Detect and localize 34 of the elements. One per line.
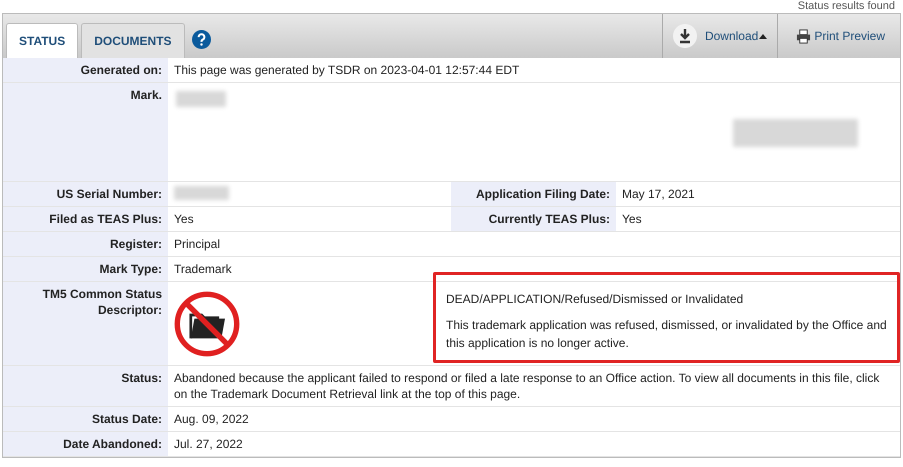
field-label: Mark. xyxy=(130,88,162,102)
field-label: Date Abandoned: xyxy=(63,437,162,451)
caret-up-icon xyxy=(759,34,768,38)
help-icon[interactable] xyxy=(192,30,211,49)
field-label: US Serial Number: xyxy=(56,187,162,201)
field-value: Aug. 09, 2022 xyxy=(174,412,249,426)
field-value: Trademark xyxy=(174,262,232,276)
descriptor-description: This trademark application was refused, dismissed, or invalidated by the Office and this application is no longer active. xyxy=(446,317,887,352)
download-icon[interactable] xyxy=(672,24,697,48)
field-value: Yes xyxy=(174,212,194,226)
print-preview-button[interactable]: Print Preview xyxy=(796,27,885,45)
field-value: Jul. 27, 2022 xyxy=(174,437,243,451)
field-value: This page was generated by TSDR on 2023-04-01 12:57:44 EDT xyxy=(174,63,520,77)
tab[interactable]: DOCUMENTS xyxy=(81,23,185,58)
field-label: Register: xyxy=(110,237,162,251)
field-value: Principal xyxy=(174,237,220,251)
field-label: Generated on: xyxy=(80,63,162,77)
field-value: Abandoned because the applicant failed to respond or filed a late response to an Office action. To view all documents in this file, click on the Trademark Document Retrieval link at the top of this page. xyxy=(174,371,880,401)
printer-icon xyxy=(796,28,812,44)
field-value: Yes xyxy=(622,212,642,226)
field-label: Application Filing Date: xyxy=(476,187,610,201)
field-label: Mark Type: xyxy=(100,262,162,276)
results-note: Status results found xyxy=(798,0,895,12)
download-button[interactable]: Download xyxy=(704,27,768,45)
field-value: May 17, 2021 xyxy=(622,187,695,201)
blurred-redaction xyxy=(176,91,226,107)
descriptor-title: DEAD/APPLICATION/Refused/Dismissed or Invalidated xyxy=(446,291,744,308)
field-label: Currently TEAS Plus: xyxy=(488,212,610,226)
field-label: TM5 Common Status Descriptor: xyxy=(42,287,162,317)
field-label: Filed as TEAS Plus: xyxy=(49,212,162,226)
field-label: Status Date: xyxy=(92,412,162,426)
field-label: Status: xyxy=(121,371,162,385)
tab[interactable]: STATUS xyxy=(6,23,78,58)
blurred-redaction xyxy=(174,186,229,200)
